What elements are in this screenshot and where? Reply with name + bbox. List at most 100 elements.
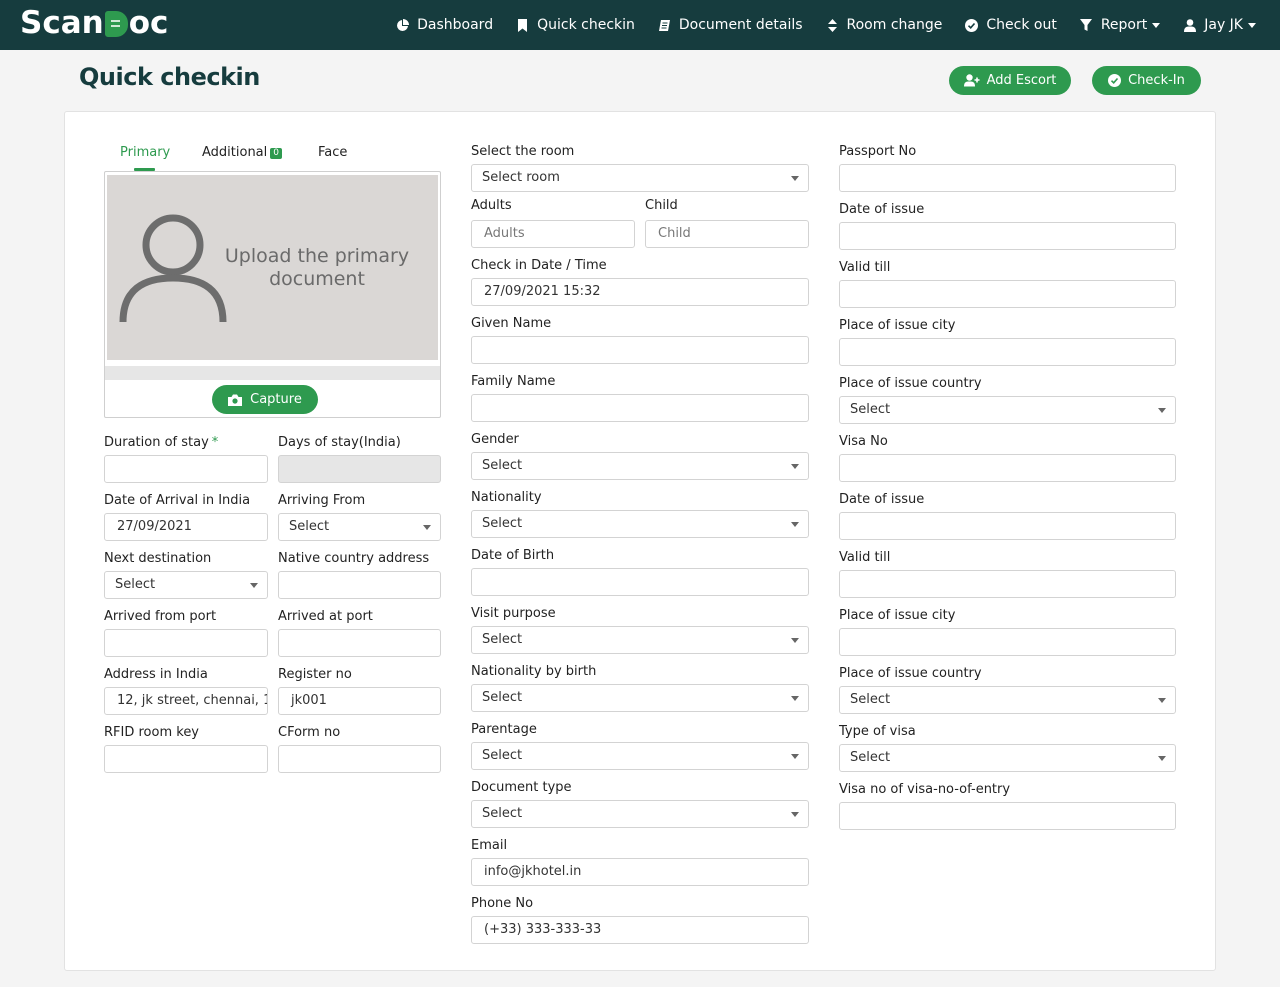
arrived-from-port-input[interactable] [104,629,268,657]
passport-valid-till-label: Valid till [839,260,891,275]
nav-menu: Dashboard Quick checkin Document details… [373,0,1256,50]
days-of-stay-label: Days of stay(India) [278,435,401,450]
nav-room-change[interactable]: Room change [826,17,942,33]
passport-issue-country-label: Place of issue country [839,376,982,391]
duration-of-stay-input[interactable] [104,455,268,483]
visa-issue-country-value: Select [850,692,891,707]
next-destination-label: Next destination [104,551,212,566]
logo-text-end: oc [128,5,169,41]
passport-issue-date-input[interactable] [839,222,1176,250]
nav-quick-checkin-label: Quick checkin [537,17,635,33]
nav-document-details[interactable]: Document details [658,17,803,33]
register-no-input[interactable]: jk001 [278,687,441,715]
visa-issue-date-input[interactable] [839,512,1176,540]
nationality-select[interactable]: Select [471,510,809,538]
nav-document-details-label: Document details [678,17,803,33]
cform-input[interactable] [278,745,441,773]
logo-document-icon [104,11,128,37]
passport-issue-city-label: Place of issue city [839,318,956,333]
passport-valid-till-input[interactable] [839,280,1176,308]
duration-label: Duration of stay * [104,435,219,450]
visa-no-input[interactable] [839,454,1176,482]
parentage-label: Parentage [471,722,537,737]
passport-issue-country-select[interactable]: Select [839,396,1176,424]
check-in-label: Check-In [1128,73,1185,88]
arrived-at-port-input[interactable] [278,629,441,657]
tab-face[interactable]: Face [318,145,347,160]
rfid-input[interactable] [104,745,268,773]
checkin-datetime-input[interactable]: 27/09/2021 15:32 [471,278,809,306]
tab-primary[interactable]: Primary [120,145,170,160]
given-name-label: Given Name [471,316,552,331]
dob-input[interactable] [471,568,809,596]
parentage-select[interactable]: Select [471,742,809,770]
chevron-down-icon [791,812,799,817]
visa-issue-country-label: Place of issue country [839,666,982,681]
passport-no-input[interactable] [839,164,1176,192]
tab-additional-label: Additional [202,145,268,160]
family-name-input[interactable] [471,394,809,422]
nav-check-out-label: Check out [986,17,1057,33]
phone-input[interactable]: (+33) 333-333-33 [471,916,809,944]
capture-button[interactable]: Capture [212,385,318,414]
adults-input[interactable]: Adults [471,220,635,248]
native-address-label: Native country address [278,551,430,566]
address-india-input[interactable]: 12, jk street, chennai, 1 [104,687,268,715]
address-india-label: Address in India [104,667,208,682]
nav-report-label: Report [1100,17,1148,33]
filter-icon [1080,18,1093,32]
chevron-down-icon [791,522,799,527]
native-address-input[interactable] [278,571,441,599]
check-circle-icon [1108,74,1122,87]
visit-purpose-select[interactable]: Select [471,626,809,654]
nav-quick-checkin[interactable]: Quick checkin [516,17,635,33]
visa-issue-city-input[interactable] [839,628,1176,656]
visa-type-label: Type of visa [839,724,916,739]
gender-select[interactable]: Select [471,452,809,480]
upload-progress-strip [105,366,440,380]
chevron-down-icon [1158,756,1166,761]
nav-user-menu[interactable]: Jay JK [1183,17,1256,33]
passport-no-label: Passport No [839,144,917,159]
email-label: Email [471,838,508,853]
visa-entry-input[interactable] [839,802,1176,830]
visa-issue-country-select[interactable]: Select [839,686,1176,714]
adults-label: Adults [471,198,512,213]
chevron-down-icon [791,754,799,759]
given-name-input[interactable] [471,336,809,364]
chevron-down-icon [250,583,258,588]
page-title: Quick checkin [79,63,260,91]
email-input[interactable]: info@jkhotel.in [471,858,809,886]
scandoc-logo[interactable]: Scan oc [20,5,168,41]
arriving-from-label: Arriving From [278,493,366,508]
nav-report[interactable]: Report [1080,17,1161,33]
required-marker: * [211,435,219,450]
visit-purpose-value: Select [482,632,523,647]
room-label: Select the room [471,144,575,159]
document-icon [658,19,671,32]
visa-type-select[interactable]: Select [839,744,1176,772]
room-select[interactable]: Select room [471,164,809,192]
next-destination-value: Select [115,577,156,592]
next-destination-select[interactable]: Select [104,571,268,599]
tab-additional[interactable]: Additional 0 [202,145,282,160]
visa-valid-till-input[interactable] [839,570,1176,598]
arrived-at-port-label: Arrived at port [278,609,373,624]
arrival-date-input[interactable]: 27/09/2021 [104,513,268,541]
chevron-down-icon [791,638,799,643]
nav-check-out[interactable]: Check out [965,17,1057,33]
passport-issue-city-input[interactable] [839,338,1176,366]
add-escort-label: Add Escort [986,73,1057,88]
document-type-select[interactable]: Select [471,800,809,828]
visa-issue-date-label: Date of issue [839,492,925,507]
check-in-button[interactable]: Check-In [1092,66,1201,95]
nationality-birth-select[interactable]: Select [471,684,809,712]
arriving-from-select[interactable]: Select [278,513,441,541]
nav-dashboard[interactable]: Dashboard [396,17,493,33]
add-escort-button[interactable]: Add Escort [949,66,1071,95]
nationality-value: Select [482,516,523,531]
arrival-date-label: Date of Arrival in India [104,493,251,508]
child-input[interactable]: Child [645,220,809,248]
gender-value: Select [482,458,523,473]
dob-label: Date of Birth [471,548,555,563]
